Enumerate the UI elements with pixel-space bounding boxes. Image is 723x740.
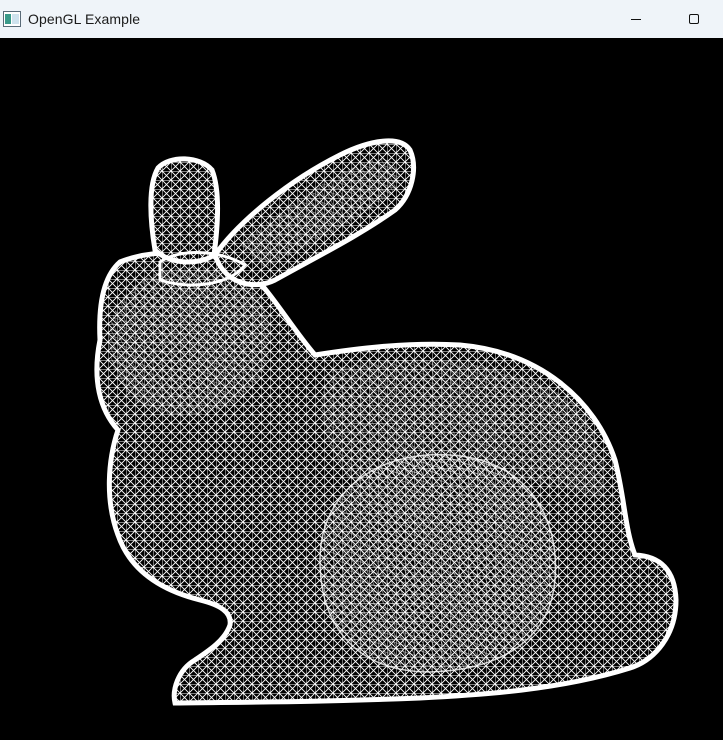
window-controls [607, 0, 723, 38]
bunny-thigh [319, 453, 557, 673]
bunny-left-ear [148, 156, 220, 265]
app-window: OpenGL Example [0, 0, 723, 740]
opengl-viewport[interactable] [0, 38, 723, 740]
minimize-icon [631, 19, 641, 20]
title-bar[interactable]: OpenGL Example [0, 0, 723, 38]
maximize-icon [689, 14, 699, 24]
app-window-icon [3, 11, 21, 27]
maximize-button[interactable] [665, 0, 723, 38]
bunny-wireframe [94, 138, 679, 706]
minimize-button[interactable] [607, 0, 665, 38]
window-title: OpenGL Example [28, 11, 141, 27]
